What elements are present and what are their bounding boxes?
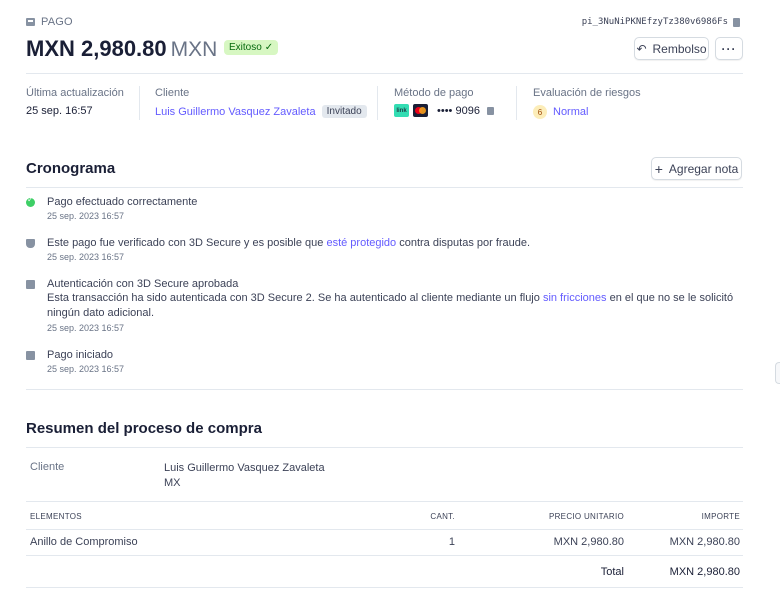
row-amount: MXN 2,980.80 [669, 536, 740, 548]
divider [26, 187, 743, 188]
lock-icon [486, 106, 494, 115]
row-unit-price: MXN 2,980.80 [553, 536, 624, 548]
status-badge: Exitoso ✓ [224, 40, 279, 55]
event-title: Este pago fue verificado con 3D Secure y… [47, 236, 530, 250]
card-last4: •••• 9096 [437, 104, 480, 117]
divider [26, 389, 743, 390]
copy-icon[interactable] [733, 17, 740, 27]
undo-arrow-icon: ↶ [636, 41, 647, 56]
guest-tag: Invitado [321, 105, 367, 118]
payment-icon [26, 18, 35, 26]
divider [26, 447, 743, 448]
divider [516, 86, 517, 120]
refund-button-label: Rembolso [652, 41, 707, 56]
breadcrumb: PAGO [26, 16, 73, 28]
protected-link[interactable]: esté protegido [326, 237, 396, 249]
divider [377, 86, 378, 120]
divider [26, 501, 743, 502]
risk-link[interactable]: Normal [553, 106, 588, 118]
event-date: 25 sep. 2023 16:57 [47, 252, 125, 262]
more-options-button[interactable]: ··· [715, 37, 743, 60]
summary-customer: Luis Guillermo Vasquez Zavaleta MX [164, 461, 325, 491]
plus-icon: + [654, 160, 663, 177]
summary-customer-label: Cliente [30, 461, 65, 473]
payment-id[interactable]: pi_3NuNiPKNEfzyTz380v6986Fs [582, 17, 740, 27]
shield-icon [26, 239, 35, 248]
column-header-items: ELEMENTOS [30, 512, 82, 521]
summary-customer-name: Luis Guillermo Vasquez Zavaleta [164, 462, 325, 474]
divider [26, 73, 743, 74]
event-text: Este pago fue verificado con 3D Secure y… [47, 237, 327, 249]
divider [26, 555, 743, 556]
risk-value: 6 Normal [533, 105, 588, 119]
event-title: Pago efectuado correctamente [47, 196, 198, 208]
check-icon: ✓ [264, 42, 274, 53]
more-options-icon: ··· [721, 41, 737, 56]
column-header-qty: CANT. [430, 512, 455, 521]
divider [26, 587, 743, 588]
payment-amount: MXN 2,980.80 MXN [26, 36, 217, 62]
payment-icon [26, 351, 35, 360]
risk-label: Evaluación de riesgos [533, 87, 641, 99]
summary-customer-country: MX [164, 477, 181, 489]
breadcrumb-label: PAGO [41, 16, 73, 28]
mastercard-icon [413, 104, 428, 117]
column-header-amount: IMPORTE [701, 512, 740, 521]
last-update-label: Última actualización [26, 87, 124, 99]
event-title: Pago iniciado [47, 349, 114, 361]
status-badge-label: Exitoso [229, 42, 262, 53]
lock-icon [26, 280, 35, 289]
amount-value: MXN 2,980.80 [26, 36, 167, 61]
frictionless-link[interactable]: sin fricciones [543, 292, 607, 304]
event-text: contra disputas por fraude. [396, 237, 531, 249]
refund-button[interactable]: ↶ Rembolso [634, 37, 709, 60]
column-header-unit-price: PRECIO UNITARIO [548, 512, 624, 521]
event-date: 25 sep. 2023 16:57 [47, 323, 125, 333]
row-qty: 1 [448, 536, 455, 548]
add-note-button[interactable]: + Agregar nota [651, 157, 742, 180]
event-description: Esta transacción ha sido autenticada con… [47, 291, 737, 321]
total-value: MXN 2,980.80 [669, 566, 740, 578]
payment-method-label: Método de pago [394, 87, 474, 99]
link-icon: link [394, 104, 409, 117]
risk-score-badge: 6 [533, 105, 547, 119]
scroll-handle[interactable] [775, 362, 780, 384]
event-title: Autenticación con 3D Secure aprobada [47, 278, 239, 290]
divider [139, 86, 140, 120]
payment-method-value: link •••• 9096 [394, 104, 494, 117]
event-date: 25 sep. 2023 16:57 [47, 364, 125, 374]
event-text: Esta transacción ha sido autenticada con… [47, 292, 543, 304]
divider [26, 529, 743, 530]
last-update-value: 25 sep. 16:57 [26, 105, 93, 117]
add-note-label: Agregar nota [668, 161, 739, 176]
summary-title: Resumen del proceso de compra [26, 420, 262, 437]
total-label: Total [600, 566, 624, 578]
row-item: Anillo de Compromiso [30, 536, 138, 548]
customer-label: Cliente [155, 87, 190, 99]
event-date: 25 sep. 2023 16:57 [47, 211, 125, 221]
customer-link[interactable]: Luis Guillermo Vasquez Zavaleta [155, 106, 316, 118]
payment-id-text: pi_3NuNiPKNEfzyTz380v6986Fs [581, 17, 728, 27]
timeline-title: Cronograma [26, 160, 116, 177]
success-icon [26, 195, 35, 207]
customer-value: Luis Guillermo Vasquez Zavaleta Invitado [155, 105, 367, 118]
amount-currency: MXN [170, 38, 218, 61]
